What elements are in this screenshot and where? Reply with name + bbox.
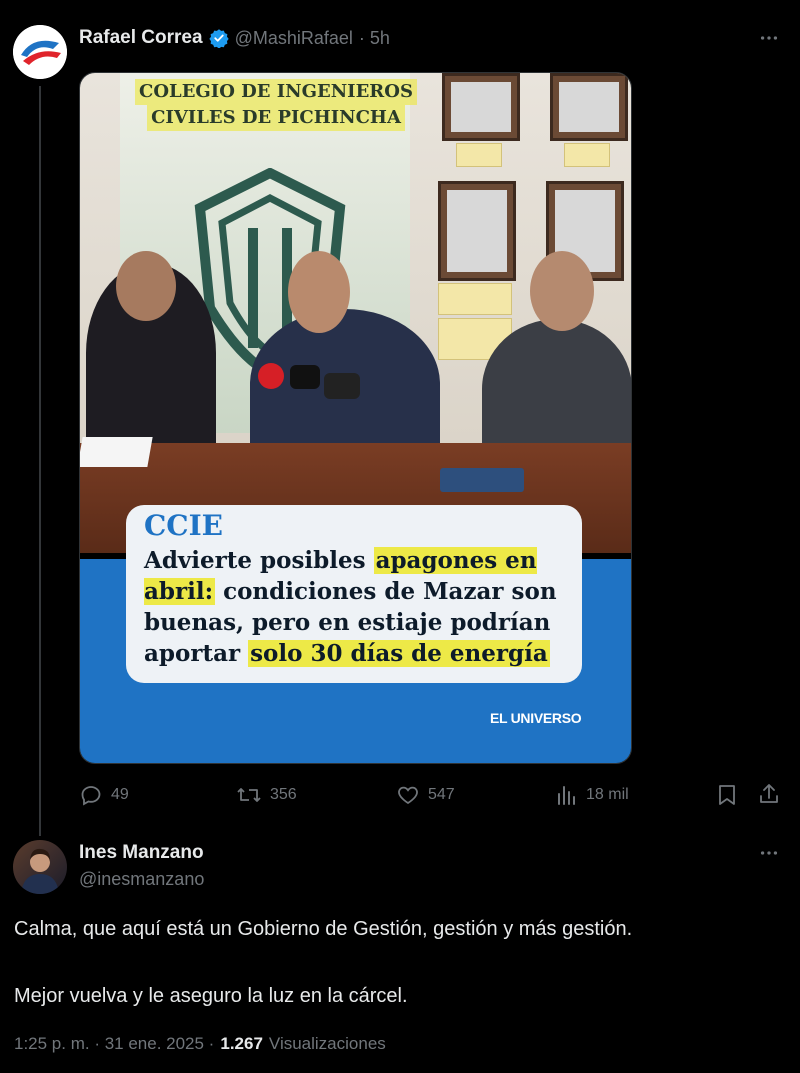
banner-text: COLEGIO DE INGENIEROS CIVILES DE PICHINC…: [116, 79, 436, 149]
more-icon: [760, 36, 778, 40]
reply-meta: 1:25 p. m. · 31 ene. 2025 · 1.267 Visual…: [14, 1034, 386, 1054]
views-count: 18 mil: [586, 786, 629, 803]
reply-views-count: 1.267: [220, 1034, 263, 1053]
thread-connector-line: [39, 86, 41, 836]
person-center-head: [288, 251, 350, 333]
views-button[interactable]: 18 mil: [556, 783, 629, 807]
reply-text-line-2: Mejor vuelva y le aseguro la luz en la c…: [14, 985, 408, 1007]
portrait-frame: [550, 73, 628, 141]
tweet-media-image[interactable]: COLEGIO DE INGENIEROS CIVILES DE PICHINC…: [79, 72, 632, 764]
tweet-age[interactable]: · 5h: [359, 28, 390, 49]
reply-button[interactable]: 49: [79, 783, 129, 807]
name-plate: [564, 143, 610, 167]
caption-body: Advierte posibles apagones en abril: con…: [144, 545, 574, 669]
portrait-frame: [438, 181, 516, 281]
paper: [80, 437, 153, 467]
more-button[interactable]: [758, 27, 780, 54]
author-avatar[interactable]: [13, 25, 67, 79]
reply-count: 49: [111, 786, 129, 803]
like-count: 547: [428, 786, 455, 803]
microphone: [290, 365, 320, 389]
caption-segment: Advierte posibles: [144, 547, 374, 574]
person-right-head: [530, 251, 594, 331]
more-icon: [760, 851, 778, 855]
brand-logo: EL UNIVERSO: [490, 710, 582, 726]
retweet-icon: [237, 788, 261, 802]
bookmark-button[interactable]: [716, 783, 738, 812]
microphone: [324, 373, 360, 399]
person-avatar-icon: [21, 848, 59, 894]
reply-author-avatar[interactable]: [13, 840, 67, 894]
like-button[interactable]: 547: [396, 783, 455, 807]
share-button[interactable]: [757, 782, 781, 811]
retweet-count: 356: [270, 786, 297, 803]
reply-author-handle[interactable]: @inesmanzano: [79, 869, 204, 890]
like-icon: [398, 786, 418, 805]
microphone: [258, 363, 284, 389]
reply-timestamp[interactable]: 1:25 p. m. · 31 ene. 2025 ·: [14, 1034, 214, 1054]
reply-author-name[interactable]: Ines Manzano: [79, 842, 204, 864]
name-plate: [456, 143, 502, 167]
banner-line-1: COLEGIO DE INGENIEROS: [135, 79, 417, 105]
person-left-head: [116, 251, 176, 321]
rc5-logo-icon: [13, 25, 67, 79]
reply-text-line-1: Calma, que aquí está un Gobierno de Gest…: [14, 918, 633, 940]
news-caption-card: CCIE Advierte posibles apagones en abril…: [126, 505, 582, 683]
bookmark-icon: [719, 785, 735, 805]
author-name[interactable]: Rafael Correa: [79, 27, 203, 49]
name-plate: [438, 283, 512, 315]
share-icon: [760, 784, 778, 803]
verified-badge-icon: [208, 29, 229, 48]
caption-title: CCIE: [144, 509, 224, 542]
author-handle[interactable]: @MashiRafael: [235, 28, 353, 49]
tweet-header: Rafael Correa @MashiRafael · 5h: [79, 27, 390, 49]
reply-icon: [81, 786, 101, 806]
reply-more-button[interactable]: [758, 842, 780, 869]
portrait-frame: [442, 73, 520, 141]
caption-highlight: solo 30 días de energía: [248, 640, 550, 667]
notebook: [440, 468, 524, 492]
reply-views-label: Visualizaciones: [268, 1034, 386, 1053]
banner-line-2: CIVILES DE PICHINCHA: [147, 105, 405, 131]
retweet-button[interactable]: 356: [236, 783, 297, 807]
views-icon: [558, 786, 575, 805]
person-right: [482, 319, 631, 459]
